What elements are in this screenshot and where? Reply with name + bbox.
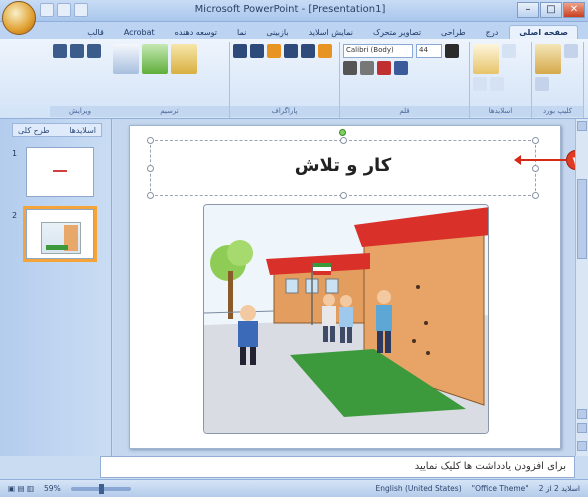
slide-thumbnail-2[interactable] [23, 206, 97, 262]
slides-group: اسلایدها [470, 42, 532, 118]
drawing-group-label: ترسیم [110, 106, 229, 117]
thumb-picture [41, 222, 81, 254]
resize-handle[interactable] [147, 137, 154, 144]
font-color-icon[interactable] [377, 61, 391, 75]
resize-handle[interactable] [340, 192, 347, 199]
underline-icon[interactable] [360, 61, 374, 75]
ribbon-tabs: صفحه اصلی درج طراحی تصاویر متحرک نمایش ا… [0, 22, 588, 39]
tab-developer[interactable]: توسعه دهنده [166, 26, 226, 39]
resize-handle[interactable] [147, 192, 154, 199]
resize-handle[interactable] [340, 137, 347, 144]
minimize-button[interactable]: – [517, 2, 539, 18]
prev-slide-button[interactable] [577, 409, 587, 419]
align-center-icon[interactable] [301, 44, 315, 58]
tab-acrobat[interactable]: Acrobat [115, 26, 164, 39]
copy-icon[interactable] [535, 77, 549, 91]
thumb-number: 2 [12, 211, 18, 220]
layout-icon[interactable] [502, 44, 516, 58]
bullets-icon[interactable] [233, 44, 247, 58]
replace-icon[interactable] [70, 44, 84, 58]
window-title: Microsoft PowerPoint - [Presentation1] [194, 4, 386, 15]
title-placeholder[interactable]: کار و تلاش [147, 129, 539, 199]
drawing-group: ترسیم [110, 42, 230, 118]
school-illustration [204, 205, 488, 433]
reset-icon[interactable] [473, 77, 487, 91]
italic-icon[interactable] [343, 61, 357, 75]
language-indicator: English (United States) [375, 484, 462, 493]
slides-panel: طرح کلی اسلایدها 1 2 [0, 119, 112, 456]
tab-outline[interactable]: طرح کلی [18, 126, 50, 135]
font-name-combo[interactable]: Calibri (Body) [343, 44, 413, 58]
ribbon: کلیپ بورد اسلایدها Calibri (Body) 44 قلم… [0, 39, 588, 119]
find-icon[interactable] [53, 44, 67, 58]
save-icon[interactable] [40, 3, 54, 17]
zoom-level[interactable]: 59% [44, 484, 61, 493]
font-size-combo[interactable]: 44 [416, 44, 442, 58]
rtl-icon[interactable] [267, 44, 281, 58]
paragraph-group-label: پاراگراف [230, 106, 339, 117]
redo-icon[interactable] [74, 3, 88, 17]
callout-arrow [514, 155, 566, 165]
quick-access-toolbar [40, 3, 88, 17]
title-bar: Microsoft PowerPoint - [Presentation1] –… [0, 0, 588, 35]
slide-thumbnail-1[interactable] [26, 147, 94, 197]
thumb-number: 1 [12, 149, 18, 158]
close-button[interactable]: ✕ [563, 2, 585, 18]
tab-review[interactable]: بازبینی [257, 26, 297, 39]
rotate-handle[interactable] [339, 129, 346, 136]
slide-counter: اسلاید 2 از 2 [538, 484, 580, 493]
zoom-slider[interactable] [70, 483, 131, 494]
tab-insert[interactable]: درج [477, 26, 508, 39]
paragraph-group: پاراگراف [230, 42, 340, 118]
vertical-scrollbar[interactable] [575, 119, 588, 456]
thumb-grass [46, 245, 68, 250]
editing-group-label: ویرایش [50, 106, 110, 117]
slides-group-label: اسلایدها [470, 106, 531, 117]
office-button[interactable] [2, 1, 36, 35]
resize-handle[interactable] [532, 137, 539, 144]
slide-editing-area: کار و تلاش [113, 119, 575, 456]
paste-icon[interactable] [535, 44, 561, 74]
scroll-thumb[interactable] [577, 179, 587, 259]
status-bar: ▣ ▤ ▥ 59% English (United States) "Offic… [0, 479, 588, 497]
delete-slide-icon[interactable] [490, 77, 504, 91]
new-slide-icon[interactable] [473, 44, 499, 74]
align-left-icon[interactable] [284, 44, 298, 58]
tab-design[interactable]: طراحی [432, 26, 475, 39]
scroll-up-arrow[interactable] [577, 121, 587, 131]
notes-pane[interactable]: برای افزودن یادداشت ها کلیک نمایید [100, 456, 575, 478]
view-buttons[interactable]: ▣ ▤ ▥ [8, 484, 34, 493]
clipboard-group-label: کلیپ بورد [532, 106, 583, 117]
tab-slideshow[interactable]: نمایش اسلاید [300, 26, 362, 39]
theme-indicator: "Office Theme" [471, 484, 529, 493]
scroll-down-arrow[interactable] [577, 441, 587, 451]
tab-animations[interactable]: تصاویر متحرک [364, 26, 430, 39]
slide-title[interactable]: کار و تلاش [151, 155, 535, 176]
panel-tabs: طرح کلی اسلایدها [12, 123, 102, 137]
tab-view[interactable]: نما [228, 26, 255, 39]
tab-slides[interactable]: اسلایدها [69, 126, 96, 135]
shapes-icon[interactable] [113, 44, 139, 74]
bold-icon[interactable] [445, 44, 459, 58]
font-group-label: قلم [340, 106, 469, 117]
select-icon[interactable] [87, 44, 101, 58]
numbering-icon[interactable] [250, 44, 264, 58]
arrange-icon[interactable] [142, 44, 168, 74]
font-group: Calibri (Body) 44 قلم [340, 42, 470, 118]
current-slide[interactable]: کار و تلاش [129, 125, 561, 449]
slide-picture[interactable] [203, 204, 489, 434]
editing-group: ویرایش [50, 42, 110, 118]
resize-handle[interactable] [532, 192, 539, 199]
shadow-icon[interactable] [394, 61, 408, 75]
tab-format[interactable]: قالب [78, 26, 113, 39]
thumb-title-mark [53, 170, 67, 172]
cut-icon[interactable] [564, 44, 578, 58]
maximize-button[interactable]: □ [540, 2, 562, 18]
tab-home[interactable]: صفحه اصلی [509, 25, 578, 39]
clipboard-group: کلیپ بورد [532, 42, 584, 118]
align-right-icon[interactable] [318, 44, 332, 58]
next-slide-button[interactable] [577, 423, 587, 433]
quick-styles-icon[interactable] [171, 44, 197, 74]
undo-icon[interactable] [57, 3, 71, 17]
